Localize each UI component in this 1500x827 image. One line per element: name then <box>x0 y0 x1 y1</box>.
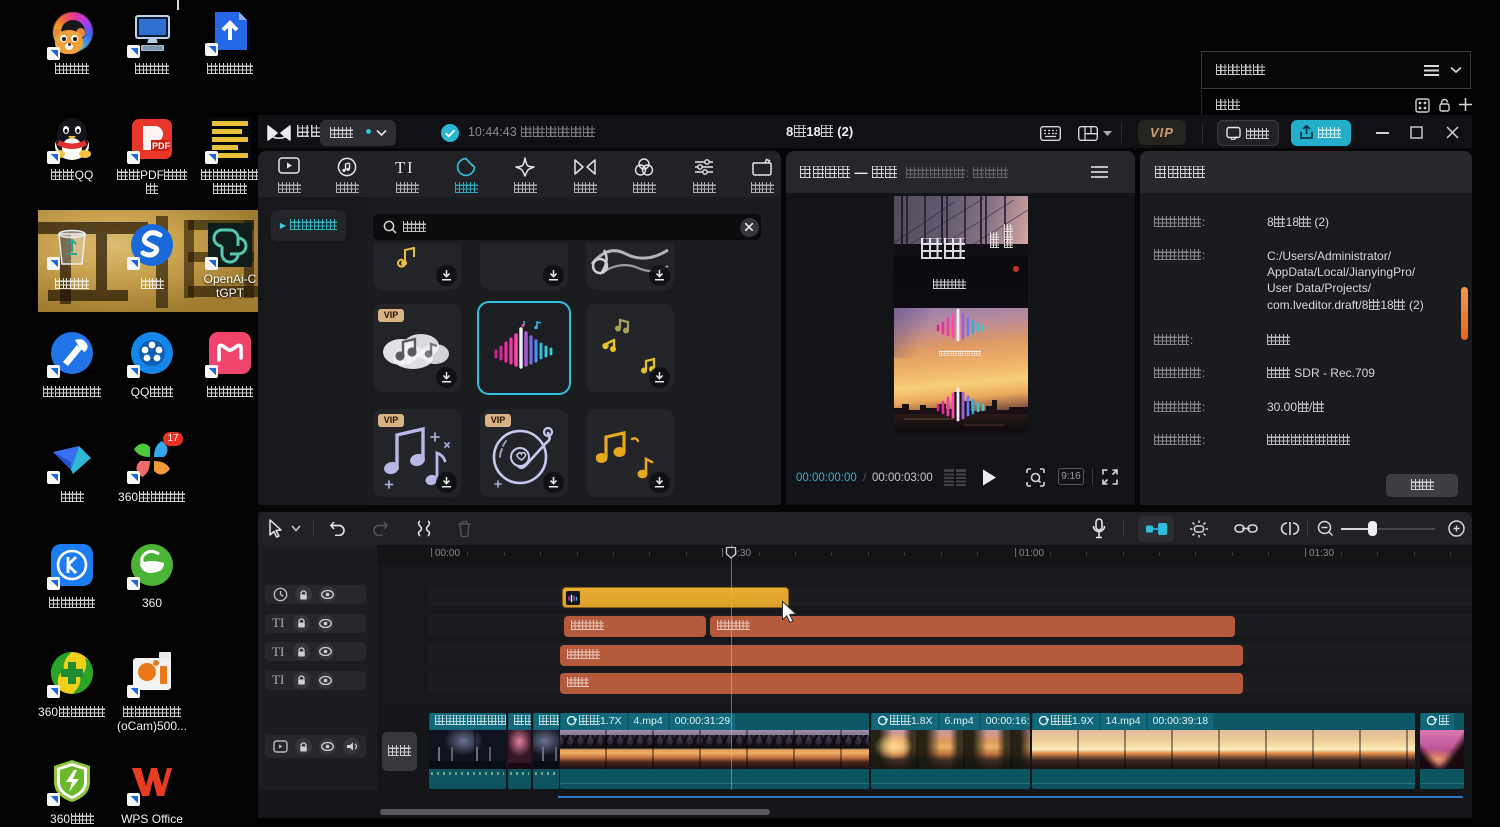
svg-text:PDF: PDF <box>152 141 171 151</box>
svg-text:T: T <box>395 158 406 177</box>
svg-text:I: I <box>407 158 413 177</box>
